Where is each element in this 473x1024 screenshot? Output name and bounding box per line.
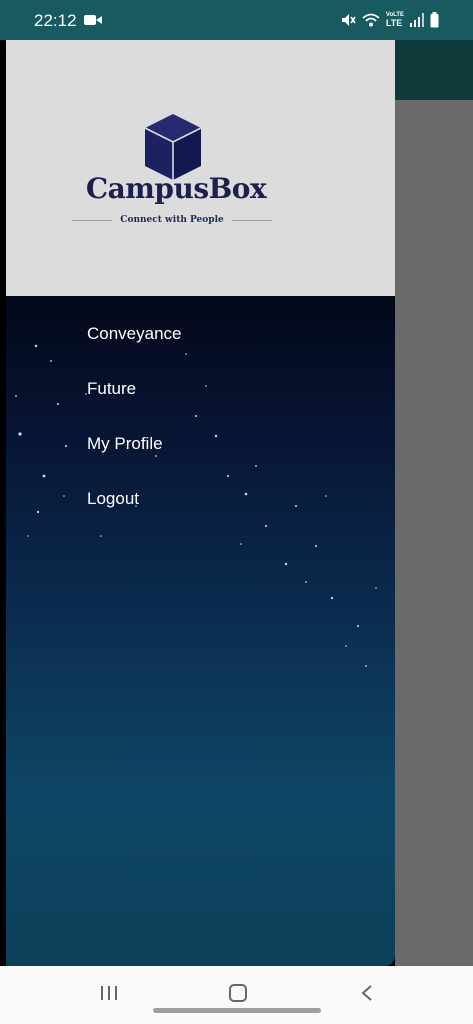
tagline-divider-left <box>72 219 113 221</box>
status-icons: VoLTE LTE <box>340 10 439 30</box>
menu-item-logout[interactable]: Logout <box>87 471 182 526</box>
status-bar: 22:12 VoLTE LTE <box>0 0 473 40</box>
menu-item-my-profile[interactable]: My Profile <box>87 416 182 471</box>
battery-icon <box>430 12 439 28</box>
logo-name: CampusBox <box>85 172 267 205</box>
app-content-behind-drawer[interactable] <box>395 40 473 966</box>
navigation-drawer: CampusBox Connect with People Conveyance… <box>6 40 395 966</box>
drawer-menu: Conveyance Future My Profile Logout <box>87 296 182 526</box>
menu-item-future[interactable]: Future <box>87 361 182 416</box>
starfield-background <box>15 344 377 667</box>
logo-tagline: Connect with People <box>120 215 224 225</box>
drawer-header: CampusBox Connect with People <box>6 40 395 296</box>
lte-icon: VoLTE LTE <box>385 12 404 28</box>
signal-icon <box>410 13 424 27</box>
menu-item-conveyance[interactable]: Conveyance <box>87 306 182 361</box>
gesture-handle[interactable] <box>153 1008 321 1013</box>
home-icon[interactable] <box>228 984 248 1002</box>
app-toolbar <box>395 40 473 100</box>
video-icon <box>84 15 102 25</box>
cube-icon <box>144 114 202 180</box>
system-navigation-bar <box>0 966 473 1024</box>
tagline-divider-right <box>231 219 273 221</box>
logo-tagline-row: Connect with People <box>72 215 273 225</box>
status-time: 22:12 <box>34 11 77 30</box>
mute-icon <box>341 14 356 26</box>
recent-apps-icon[interactable] <box>100 984 118 1002</box>
back-icon[interactable] <box>360 984 374 1002</box>
wifi-icon <box>362 13 380 27</box>
